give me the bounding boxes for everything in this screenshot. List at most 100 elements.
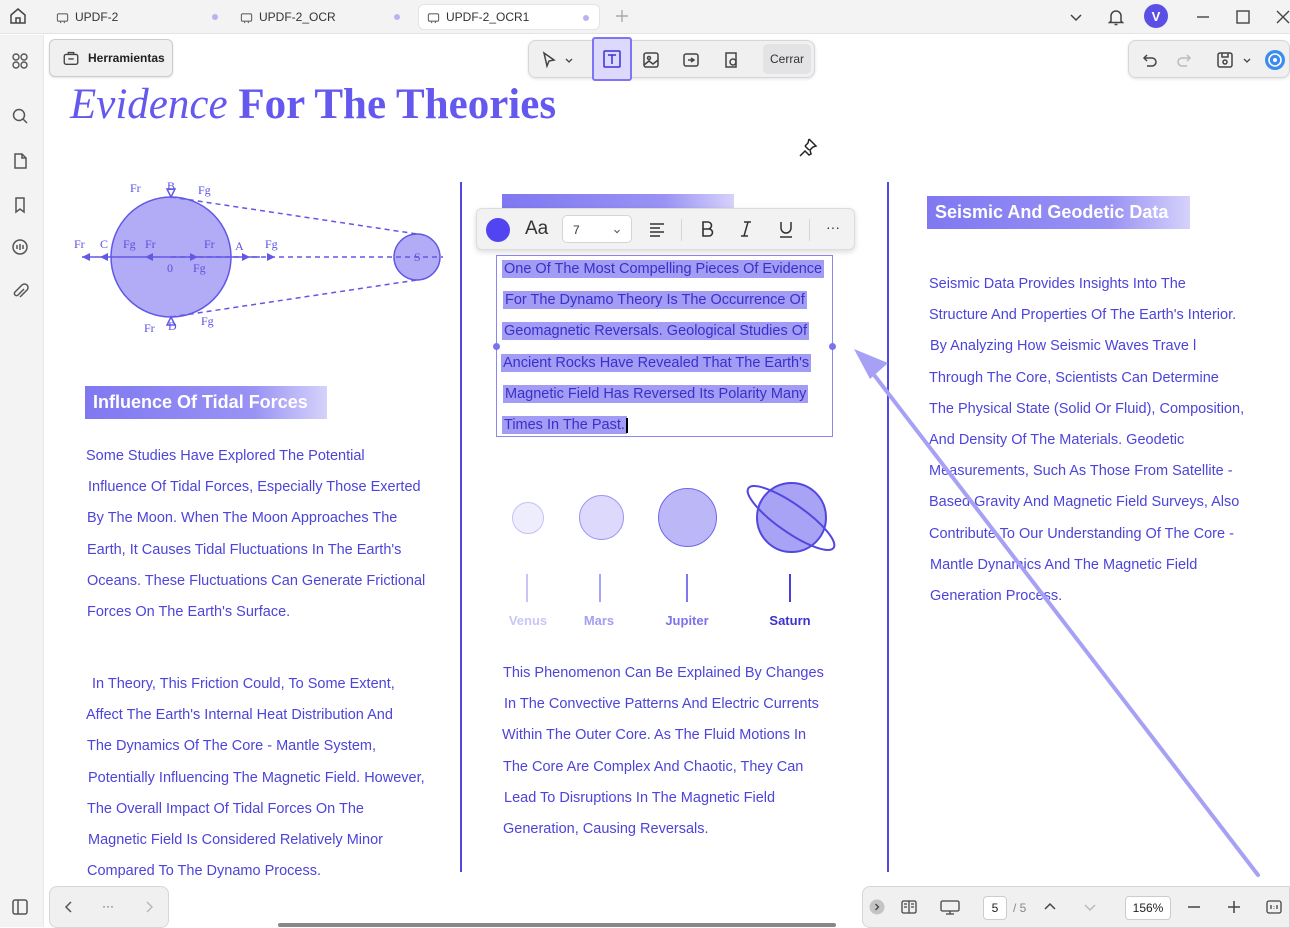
- save-icon[interactable]: [1215, 50, 1235, 70]
- tab-label: UPDF-2: [75, 10, 119, 24]
- redo-icon[interactable]: [1175, 50, 1195, 70]
- middle-paragraph: This Phenomenon Can Be Explained By Chan…: [502, 658, 824, 845]
- font-size-select[interactable]: 7: [562, 215, 632, 243]
- font-size-value: 7: [573, 223, 580, 237]
- title-italic: Evidence: [70, 81, 228, 128]
- chevron-down-icon[interactable]: [1066, 7, 1086, 27]
- close-edit-button[interactable]: Cerrar: [763, 44, 811, 74]
- horizontal-scrollbar[interactable]: [278, 923, 836, 927]
- pin-icon[interactable]: [795, 136, 819, 160]
- saturn-ring: [746, 485, 836, 551]
- diagram-label: Fg: [193, 261, 206, 275]
- tab-updf-2-ocr[interactable]: UPDF-2_OCR: [232, 4, 410, 30]
- actual-size-icon[interactable]: [1265, 898, 1283, 916]
- tidal-force-diagram: Fr B Fg Fr C Fg Fr Fr A Fg 0 Fg S Fr D F…: [74, 179, 443, 335]
- selected-line[interactable]: Ancient Rocks Have Revealed That The Ear…: [501, 353, 812, 372]
- new-tab-icon[interactable]: [612, 6, 632, 26]
- left-sidebar: [0, 35, 44, 927]
- close-window-icon[interactable]: [1273, 7, 1290, 27]
- undo-icon[interactable]: [1139, 50, 1159, 70]
- bell-icon[interactable]: [1106, 7, 1126, 27]
- tab-label: UPDF-2_OCR1: [446, 10, 530, 24]
- diagram-label: Fg: [198, 183, 211, 197]
- page-controls: 5 / 5 156%: [862, 886, 1290, 928]
- ai-assistant-icon[interactable]: [1264, 49, 1286, 71]
- chevron-right-icon[interactable]: [140, 898, 158, 916]
- tab-updf-2-ocr1[interactable]: UPDF-2_OCR1: [418, 4, 600, 30]
- search-icon[interactable]: [10, 106, 30, 126]
- user-avatar[interactable]: V: [1144, 4, 1168, 28]
- selected-line[interactable]: Times In The Past.: [502, 416, 627, 435]
- text-line: Structure And Properties Of The Earth's …: [929, 307, 1237, 324]
- comments-icon[interactable]: [10, 237, 30, 257]
- apps-grid-icon[interactable]: [10, 51, 30, 71]
- zoom-out-icon[interactable]: [1185, 898, 1203, 916]
- text-color-picker[interactable]: [486, 218, 510, 242]
- add-image-icon[interactable]: [641, 50, 661, 70]
- diagram-label: C: [100, 237, 108, 251]
- zoom-level[interactable]: 156%: [1125, 896, 1171, 920]
- minimize-icon[interactable]: [1193, 7, 1213, 27]
- divider: [809, 219, 810, 241]
- chevron-down-icon[interactable]: [563, 54, 575, 66]
- page-number-input[interactable]: 5: [983, 896, 1007, 920]
- diagram-label: Fg: [201, 314, 214, 328]
- annotation-arrow[interactable]: [850, 345, 1270, 885]
- resize-handle[interactable]: [829, 343, 836, 350]
- title-bar: UPDF-2 UPDF-2_OCR UPDF-2_OCR1 V: [0, 0, 1290, 34]
- more-icon[interactable]: ···: [102, 899, 120, 917]
- watermark-icon[interactable]: [721, 50, 741, 70]
- tools-label: Herramientas: [88, 51, 165, 65]
- link-icon[interactable]: [681, 50, 701, 70]
- unsaved-dot: [212, 14, 218, 20]
- text-line: This Phenomenon Can Be Explained By Chan…: [503, 665, 824, 681]
- select-cursor-icon[interactable]: [539, 50, 559, 70]
- attachment-icon[interactable]: [10, 282, 30, 302]
- maximize-icon[interactable]: [1233, 7, 1253, 27]
- title-bold: For The Theories: [238, 81, 557, 128]
- sidebar-toggle-icon[interactable]: [10, 897, 30, 917]
- selected-line[interactable]: For The Dynamo Theory Is The Occurrence …: [503, 291, 807, 310]
- collapse-icon[interactable]: [869, 899, 885, 915]
- jupiter-planet: [658, 488, 717, 547]
- document-icon: [240, 11, 253, 24]
- selected-line[interactable]: Magnetic Field Has Reversed Its Polarity…: [503, 384, 809, 403]
- page-title: Evidence For The Theories: [70, 80, 556, 129]
- more-options-icon[interactable]: ···: [826, 219, 846, 239]
- italic-icon[interactable]: [736, 219, 756, 239]
- selected-line[interactable]: Geomagnetic Reversals. Geological Studie…: [502, 322, 810, 341]
- chevron-up-icon[interactable]: [1041, 898, 1059, 916]
- underline-icon[interactable]: [776, 219, 796, 239]
- selected-line[interactable]: One Of The Most Compelling Pieces Of Evi…: [502, 260, 825, 278]
- bold-icon[interactable]: [697, 219, 717, 239]
- bookmark-icon[interactable]: [10, 195, 30, 215]
- text-format-toolbar: Aa 7 ···: [476, 208, 855, 250]
- chevron-down-icon[interactable]: [1241, 54, 1253, 66]
- text-line: In Theory, This Friction Could, To Some …: [92, 676, 395, 692]
- section-header-seismic: Seismic And Geodetic Data: [927, 196, 1190, 229]
- chevron-down-icon[interactable]: [1081, 898, 1099, 916]
- diagram-label: Fr: [145, 237, 156, 251]
- tab-updf-2[interactable]: UPDF-2: [48, 4, 228, 30]
- document-icon: [427, 11, 440, 24]
- planet-stem: [526, 574, 528, 602]
- tools-button[interactable]: Herramientas: [49, 39, 173, 77]
- diagram-label: S: [414, 250, 421, 264]
- reading-mode-icon[interactable]: [900, 898, 918, 916]
- text-line: Compared To The Dynamo Process.: [87, 863, 321, 880]
- align-left-icon[interactable]: [647, 219, 667, 239]
- text-line: Influence Of Tidal Forces, Especially Th…: [88, 479, 421, 496]
- resize-handle[interactable]: [493, 343, 500, 350]
- mars-planet: [579, 495, 624, 540]
- add-text-tool-selected[interactable]: [592, 37, 632, 81]
- zoom-in-icon[interactable]: [1225, 898, 1243, 916]
- chevron-left-icon[interactable]: [60, 898, 78, 916]
- home-icon[interactable]: [8, 6, 28, 26]
- selected-paragraph[interactable]: One Of The Most Compelling Pieces Of Evi…: [501, 254, 825, 441]
- tidal-paragraph-2: In Theory, This Friction Could, To Some …: [86, 669, 425, 887]
- font-family-button[interactable]: Aa: [525, 218, 548, 240]
- pages-icon[interactable]: [10, 151, 30, 171]
- presentation-icon[interactable]: [939, 898, 961, 916]
- text-box-icon: [602, 49, 622, 69]
- divider: [681, 219, 682, 241]
